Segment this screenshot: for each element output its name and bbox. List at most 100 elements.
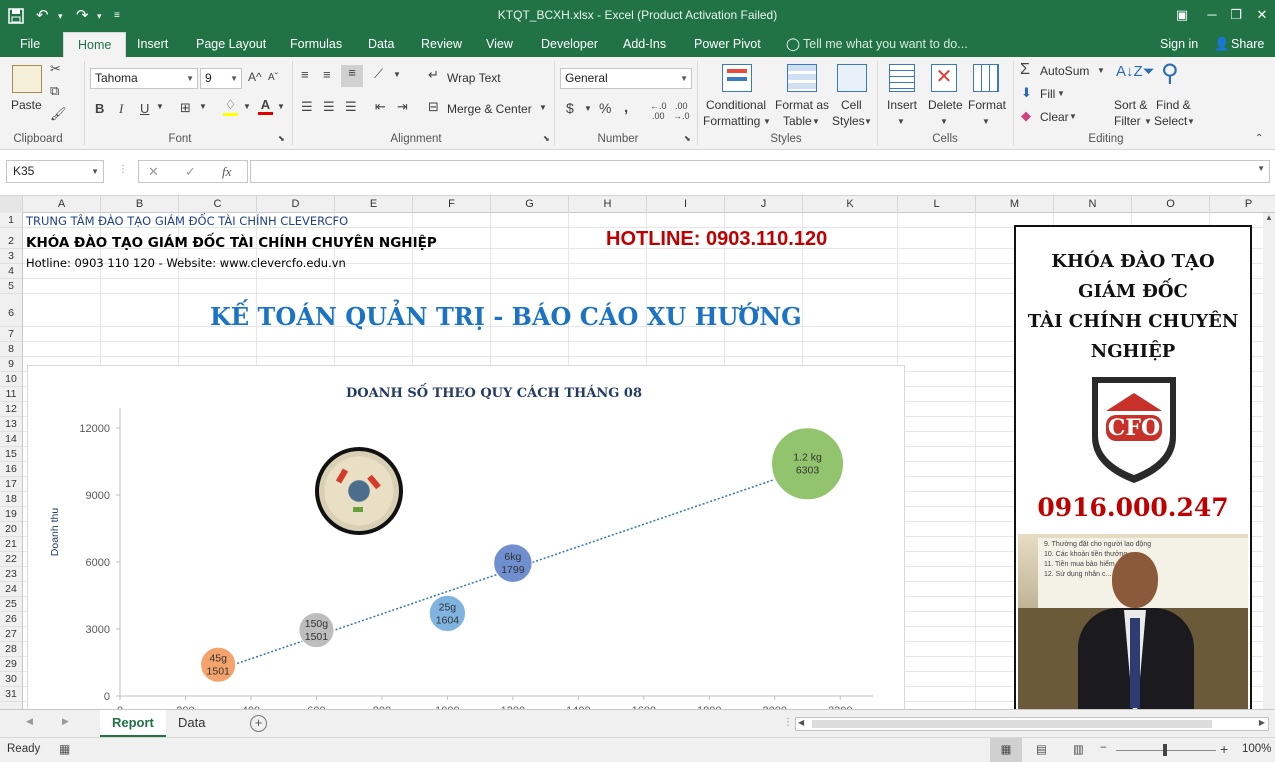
row-header-4[interactable]: 4 bbox=[0, 264, 22, 279]
horizontal-scrollbar[interactable]: ◀ ▶ bbox=[795, 717, 1269, 731]
close-icon[interactable]: ✕ bbox=[1248, 4, 1275, 26]
find-select-label-2[interactable]: Select bbox=[1154, 114, 1187, 128]
currency-dropdown-icon[interactable]: ▼ bbox=[584, 104, 592, 113]
row-header-13[interactable]: 13 bbox=[0, 417, 22, 432]
column-header-a[interactable]: A bbox=[23, 196, 101, 213]
column-header-o[interactable]: O bbox=[1132, 196, 1210, 213]
align-right-icon[interactable]: ☰ bbox=[345, 99, 357, 115]
cell-styles-dropdown-icon[interactable]: ▼ bbox=[864, 117, 872, 126]
row-header-29[interactable]: 29 bbox=[0, 657, 22, 672]
row-header-15[interactable]: 15 bbox=[0, 447, 22, 462]
decrease-font-icon[interactable]: Aˇ bbox=[268, 72, 278, 83]
row-header-25[interactable]: 25 bbox=[0, 597, 22, 612]
align-middle-icon[interactable]: ≡ bbox=[323, 67, 331, 82]
tab-split-handle-icon[interactable]: ⋮ bbox=[783, 717, 793, 728]
font-color-dropdown-icon[interactable]: ▼ bbox=[277, 102, 285, 111]
alignment-dialog-launcher-icon[interactable]: ⬊ bbox=[543, 134, 550, 143]
restore-icon[interactable]: ❐ bbox=[1222, 4, 1250, 26]
fill-button[interactable]: Fill bbox=[1040, 87, 1055, 101]
row-header-27[interactable]: 27 bbox=[0, 627, 22, 642]
zoom-slider-thumb[interactable] bbox=[1163, 744, 1167, 756]
column-header-h[interactable]: H bbox=[569, 196, 647, 213]
clear-button[interactable]: Clear bbox=[1040, 110, 1069, 124]
font-color-icon[interactable]: A bbox=[258, 97, 273, 115]
tab-data[interactable]: Data bbox=[368, 36, 394, 53]
sheet-tab-data[interactable]: Data bbox=[166, 710, 217, 736]
increase-font-icon[interactable]: A^ bbox=[248, 70, 262, 84]
add-sheet-button[interactable]: + bbox=[250, 715, 267, 732]
row-header-30[interactable]: 30 bbox=[0, 672, 22, 687]
decrease-indent-icon[interactable]: ⇤ bbox=[375, 99, 386, 115]
align-center-icon[interactable]: ☰ bbox=[323, 99, 335, 115]
tab-insert[interactable]: Insert bbox=[137, 36, 168, 53]
borders-icon[interactable]: ⊞ bbox=[180, 100, 191, 116]
column-header-n[interactable]: N bbox=[1054, 196, 1132, 213]
format-cells-button[interactable]: Format bbox=[968, 98, 1006, 112]
decrease-decimal-icon[interactable]: .00 →.0 bbox=[673, 101, 690, 121]
percent-button[interactable]: % bbox=[599, 100, 611, 116]
row-header-5[interactable]: 5 bbox=[0, 279, 22, 294]
clear-dropdown-icon[interactable]: ▼ bbox=[1069, 112, 1077, 121]
worksheet-grid[interactable]: TRUNG TÂM ĐÀO TẠO GIÁM ĐỐC TÀI CHÍNH CLE… bbox=[23, 213, 1263, 709]
row-header-26[interactable]: 26 bbox=[0, 612, 22, 627]
autosum-button[interactable]: AutoSum bbox=[1040, 64, 1089, 78]
row-header-2[interactable]: 2 bbox=[0, 228, 22, 249]
format-as-table-dropdown-icon[interactable]: ▼ bbox=[812, 117, 820, 126]
insert-function-icon[interactable]: fx bbox=[222, 164, 231, 180]
copy-icon[interactable]: ⧉ bbox=[50, 83, 59, 99]
increase-indent-icon[interactable]: ⇥ bbox=[397, 99, 408, 115]
confirm-entry-icon[interactable]: ✓ bbox=[185, 164, 196, 180]
row-header-1[interactable]: 1 bbox=[0, 213, 22, 228]
tab-formulas[interactable]: Formulas bbox=[290, 36, 342, 53]
row-header-17[interactable]: 17 bbox=[0, 477, 22, 492]
zoom-out-icon[interactable]: − bbox=[1100, 742, 1107, 754]
select-all-corner[interactable] bbox=[0, 196, 23, 213]
row-header-16[interactable]: 16 bbox=[0, 462, 22, 477]
tab-review[interactable]: Review bbox=[421, 36, 462, 53]
orientation-icon[interactable]: ⟋ bbox=[374, 66, 383, 82]
zoom-in-icon[interactable]: + bbox=[1220, 741, 1228, 757]
font-name-select[interactable]: Tahoma ▼ bbox=[90, 68, 198, 89]
find-select-dropdown-icon[interactable]: ▼ bbox=[1187, 117, 1195, 126]
merge-center-button[interactable]: Merge & Center bbox=[447, 102, 532, 116]
find-select-label-1[interactable]: Find & bbox=[1156, 98, 1191, 112]
sort-filter-label-2[interactable]: Filter bbox=[1114, 114, 1141, 128]
format-dropdown-icon[interactable]: ▼ bbox=[982, 117, 990, 126]
row-header-23[interactable]: 23 bbox=[0, 567, 22, 582]
name-box[interactable]: K35 ▼ bbox=[6, 160, 104, 183]
column-header-f[interactable]: F bbox=[413, 196, 491, 213]
row-header-9[interactable]: 9 bbox=[0, 357, 22, 372]
bubble-chart[interactable]: DOANH SỐ THEO QUY CÁCH THÁNG 08 Doanh thu… bbox=[27, 365, 905, 709]
fill-color-icon[interactable]: ♢ bbox=[223, 97, 238, 116]
format-as-table-label-2[interactable]: Table bbox=[783, 114, 812, 128]
currency-button[interactable]: $ bbox=[566, 100, 574, 116]
row-header-6[interactable]: 6 bbox=[0, 294, 22, 327]
column-header-i[interactable]: I bbox=[647, 196, 725, 213]
italic-button[interactable]: I bbox=[119, 101, 123, 117]
delete-dropdown-icon[interactable]: ▼ bbox=[940, 117, 948, 126]
ribbon-display-icon[interactable]: ▣ bbox=[1168, 4, 1196, 26]
cut-icon[interactable]: ✂ bbox=[50, 61, 61, 77]
cell-a2-course-name[interactable]: KHÓA ĐÀO TẠO GIÁM ĐỐC TÀI CHÍNH CHUYÊN N… bbox=[26, 235, 437, 251]
orientation-dropdown-icon[interactable]: ▼ bbox=[393, 70, 401, 79]
paste-icon[interactable] bbox=[12, 65, 42, 93]
hotline-text[interactable]: HOTLINE: 0903.110.120 bbox=[606, 228, 827, 251]
column-header-p[interactable]: P bbox=[1210, 196, 1275, 213]
row-header-14[interactable]: 14 bbox=[0, 432, 22, 447]
wrap-text-button[interactable]: Wrap Text bbox=[447, 71, 501, 85]
cell-styles-label-1[interactable]: Cell bbox=[841, 98, 862, 112]
conditional-formatting-dropdown-icon[interactable]: ▼ bbox=[763, 117, 771, 126]
report-title[interactable]: KẾ TOÁN QUẢN TRỊ - BÁO CÁO XU HƯỚNG bbox=[210, 302, 802, 331]
scroll-sheets-right-icon[interactable]: ▶ bbox=[62, 716, 69, 727]
column-header-l[interactable]: L bbox=[898, 196, 976, 213]
row-header-31[interactable]: 31 bbox=[0, 687, 22, 702]
format-as-table-label-1[interactable]: Format as bbox=[775, 98, 829, 112]
cell-a1-center-name[interactable]: TRUNG TÂM ĐÀO TẠO GIÁM ĐỐC TÀI CHÍNH CLE… bbox=[26, 214, 348, 228]
row-header-7[interactable]: 7 bbox=[0, 327, 22, 342]
tab-home[interactable]: Home bbox=[63, 32, 127, 57]
formula-input[interactable]: ▼ bbox=[250, 160, 1270, 183]
autosum-dropdown-icon[interactable]: ▼ bbox=[1097, 66, 1105, 75]
conditional-formatting-label-2[interactable]: Formatting bbox=[703, 114, 760, 128]
number-format-select[interactable]: General ▼ bbox=[560, 68, 692, 89]
align-top-icon[interactable]: ≡ bbox=[301, 67, 309, 82]
